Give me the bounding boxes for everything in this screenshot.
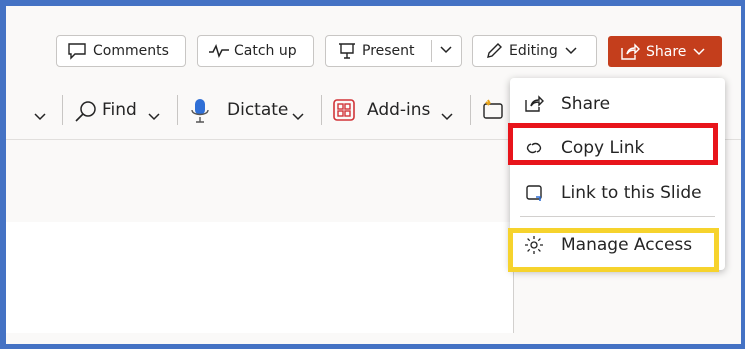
slide-canvas[interactable] [6, 222, 513, 333]
ribbon-divider [177, 95, 178, 125]
add-ins-label: Add-ins [367, 100, 431, 120]
comments-button[interactable]: Comments [56, 35, 186, 67]
chevron-down-icon [440, 107, 454, 126]
ribbon-divider [62, 95, 63, 125]
menu-item-link-to-slide[interactable]: Link to this Slide [510, 173, 725, 213]
chevron-down-icon [147, 107, 161, 126]
share-label: Share [646, 43, 687, 60]
ribbon-divider [321, 95, 322, 125]
comment-icon [67, 42, 87, 60]
editing-label: Editing [509, 43, 558, 59]
present-divider [431, 40, 432, 62]
share-icon [620, 42, 640, 61]
chevron-down-icon [291, 107, 305, 126]
add-ins-icon [333, 99, 355, 125]
present-label: Present [362, 43, 415, 59]
menu-item-share[interactable]: Share [510, 84, 725, 124]
menu-divider [520, 216, 715, 217]
catch-up-label: Catch up [234, 43, 297, 59]
copy-link-highlight [508, 123, 718, 165]
present-button[interactable]: Present [325, 35, 462, 67]
present-icon [338, 42, 356, 60]
pencil-icon [485, 42, 503, 60]
chevron-down-icon [692, 47, 706, 57]
find-label: Find [102, 100, 137, 120]
menu-item-label: Link to this Slide [561, 183, 702, 203]
menu-item-label: Share [561, 94, 611, 114]
chevron-down-icon[interactable] [33, 107, 47, 126]
dictate-label: Dictate [227, 100, 289, 120]
dictate-button[interactable]: Dictate [189, 96, 311, 126]
manage-access-highlight [508, 228, 719, 272]
microphone-icon [189, 98, 211, 128]
chevron-down-icon [564, 46, 578, 56]
chevron-down-icon[interactable] [439, 45, 453, 55]
ribbon-divider [470, 95, 471, 125]
search-icon [74, 100, 98, 126]
add-ins-button[interactable]: Add-ins [333, 96, 461, 126]
find-button[interactable]: Find [74, 96, 168, 126]
share-button[interactable]: Share [608, 36, 722, 67]
editing-button[interactable]: Editing [472, 35, 597, 67]
comments-label: Comments [93, 43, 169, 59]
designer-icon[interactable] [482, 99, 504, 125]
pulse-icon [208, 43, 230, 59]
slide-link-icon [523, 182, 545, 204]
share-icon [523, 93, 545, 115]
catch-up-button[interactable]: Catch up [197, 35, 314, 67]
